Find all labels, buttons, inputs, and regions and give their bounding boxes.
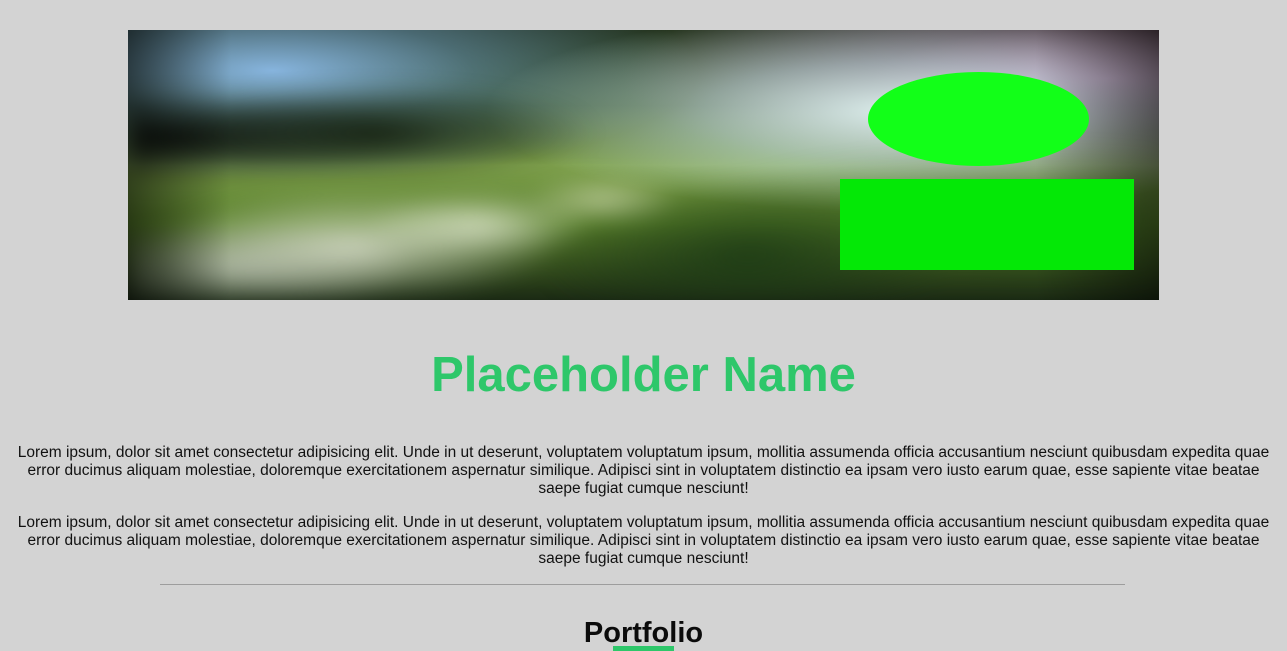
intro-paragraph-1: Lorem ipsum, dolor sit amet consectetur … (17, 444, 1270, 497)
portfolio-underline (613, 646, 674, 651)
section-divider (160, 584, 1125, 585)
hero-banner-image (128, 30, 1159, 300)
page-title: Placeholder Name (431, 348, 856, 402)
intro-section: Lorem ipsum, dolor sit amet consectetur … (0, 444, 1287, 568)
intro-paragraph-2: Lorem ipsum, dolor sit amet consectetur … (17, 514, 1270, 567)
green-ellipse-shape (868, 72, 1089, 166)
portfolio-page: Placeholder Name Lorem ipsum, dolor sit … (0, 0, 1287, 651)
green-rectangle-shape (840, 179, 1134, 270)
